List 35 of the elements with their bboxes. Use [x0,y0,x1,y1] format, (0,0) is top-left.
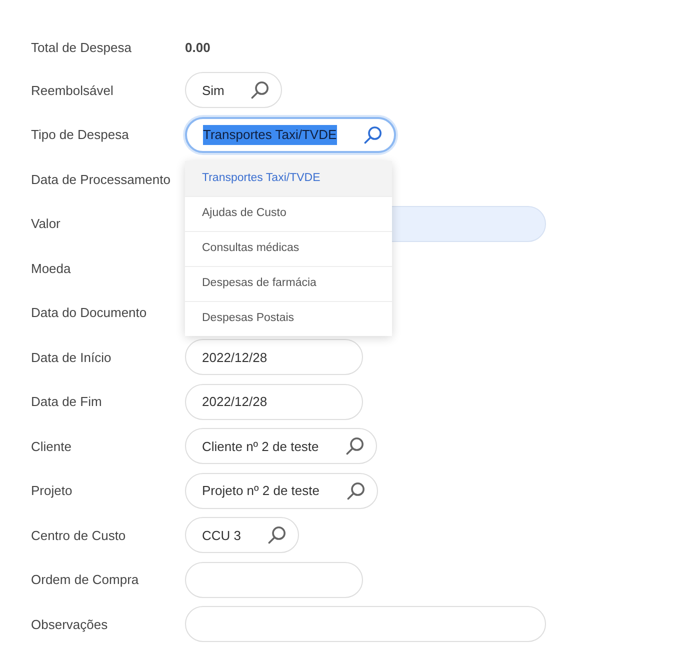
field-label: Tipo de Despesa [31,126,130,144]
field-label: Data de Início [31,348,112,366]
lookup-field[interactable]: CCU 3 [185,517,300,554]
field-label: Valor [31,215,62,233]
date-field[interactable]: 2022/12/28 [185,339,363,376]
input-field[interactable] [185,606,546,642]
search-icon[interactable] [346,437,364,456]
field-label: Moeda [31,260,72,278]
field-label: Observações [31,616,109,634]
dropdown-option[interactable]: Transportes Taxi/TVDE [185,160,392,196]
date-field[interactable]: 2022/12/28 [185,384,363,420]
search-icon[interactable] [251,81,270,100]
field-label: Projeto [31,482,74,500]
lookup-field[interactable]: Transportes Taxi/TVDE [185,116,396,153]
field-label: Cliente [31,438,72,456]
dropdown-option[interactable]: Despesas de farmácia [185,266,392,301]
lookup-field[interactable]: Projeto nº 2 de teste [185,472,378,509]
field-label: Data do Documento [31,304,148,322]
lookup-field[interactable]: Sim [185,72,282,108]
dropdown-option[interactable]: Consultas médicas [185,230,392,266]
field-label: Centro de Custo [31,526,127,544]
dropdown-option[interactable]: Ajudas de Custo [185,196,392,231]
search-icon[interactable] [346,482,364,500]
input-field[interactable] [185,562,363,598]
field-label: Total de Despesa [31,39,132,58]
field-label: Data de Processamento [31,170,172,188]
field-label: Data de Fim [31,393,103,411]
field-label: Ordem de Compra [31,571,140,589]
search-icon[interactable] [364,126,382,144]
total-value: 0.00 [185,39,210,58]
selected-text: Transportes Taxi/TVDE [203,125,337,144]
dropdown-option[interactable]: Despesas Postais [185,300,392,336]
field-label: Reembolsável [31,82,114,100]
search-icon[interactable] [268,526,286,544]
lookup-field[interactable]: Cliente nº 2 de teste [185,428,377,464]
